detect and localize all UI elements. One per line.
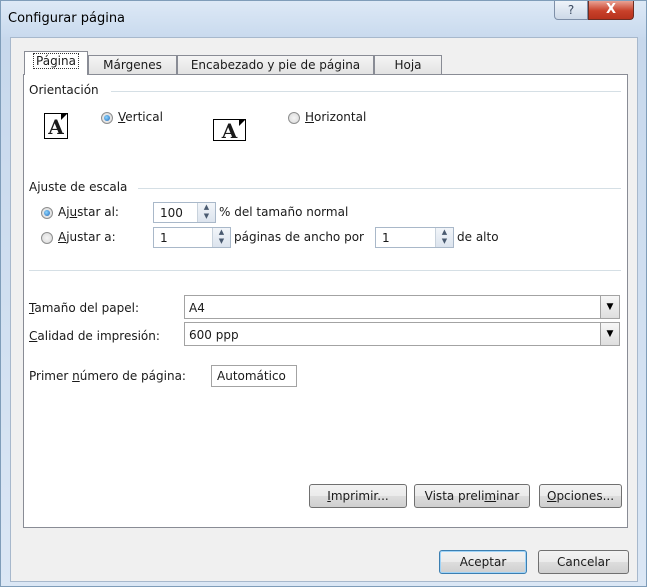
spinner-value: 1 — [382, 231, 390, 245]
landscape-radio[interactable] — [288, 112, 300, 124]
dialog-client-area: Página Márgenes Encabezado y pie de pági… — [10, 37, 638, 582]
chevron-down-icon[interactable]: ▼ — [600, 323, 619, 345]
help-icon: ? — [567, 3, 575, 17]
select-value: A4 — [189, 301, 205, 315]
page-setup-dialog: Configurar página ? X Página Márgenes En… — [0, 0, 647, 587]
orientation-group-label: Orientación — [29, 83, 99, 97]
tab-margenes[interactable]: Márgenes — [88, 55, 177, 74]
spinner-value: 1 — [160, 231, 168, 245]
print-quality-label: Calidad de impresión: — [29, 329, 160, 343]
percent-suffix: % del tamaño normal — [219, 205, 349, 219]
tab-panel-pagina: Orientación A Vertical A Horizontal Ajus… — [23, 74, 628, 528]
adjust-percent-label[interactable]: Ajustar al: — [58, 205, 119, 219]
first-page-number-label: Primer número de página: — [29, 369, 186, 383]
portrait-radio[interactable] — [101, 112, 113, 124]
spinner-value: 100 — [160, 206, 183, 220]
title-bar[interactable]: Configurar página ? X — [1, 1, 646, 37]
tab-label: Hoja — [394, 58, 422, 72]
pages-tall-spinner[interactable]: 1 ▲ ▼ — [375, 227, 454, 248]
tab-pagina[interactable]: Página — [24, 51, 88, 75]
first-page-number-input[interactable]: Automático — [211, 365, 297, 387]
spin-up-icon[interactable]: ▲ — [436, 228, 453, 237]
icon-letter: A — [221, 119, 238, 143]
paper-size-label: Tamaño del papel: — [29, 301, 139, 315]
landscape-page-icon: A — [213, 119, 246, 143]
fit-to-radio[interactable] — [41, 232, 53, 244]
landscape-label[interactable]: Horizontal — [305, 110, 366, 124]
spin-up-icon[interactable]: ▲ — [213, 228, 230, 237]
pages-tall-suffix: de alto — [457, 230, 499, 244]
tab-encabezado[interactable]: Encabezado y pie de página — [177, 55, 374, 74]
cancel-button[interactable]: Cancelar — [538, 550, 629, 574]
spinner-buttons[interactable]: ▲ ▼ — [197, 203, 215, 222]
tab-label: Encabezado y pie de página — [190, 58, 361, 72]
select-value: 600 ppp — [189, 328, 239, 342]
spinner-buttons[interactable]: ▲ ▼ — [435, 228, 453, 247]
tab-hoja[interactable]: Hoja — [374, 55, 442, 74]
dialog-title: Configurar página — [8, 11, 126, 26]
spinner-buttons[interactable]: ▲ ▼ — [212, 228, 230, 247]
section-divider — [29, 270, 621, 271]
print-preview-button[interactable]: Vista preliminar — [414, 484, 530, 508]
paper-size-select[interactable]: A4 ▼ — [184, 295, 620, 319]
spin-down-icon[interactable]: ▼ — [198, 212, 215, 221]
pages-wide-suffix: páginas de ancho por — [234, 230, 364, 244]
tab-label: Márgenes — [103, 58, 162, 72]
spin-down-icon[interactable]: ▼ — [213, 237, 230, 246]
portrait-label[interactable]: Vertical — [118, 110, 163, 124]
adjust-percent-radio[interactable] — [41, 207, 53, 219]
spin-down-icon[interactable]: ▼ — [436, 237, 453, 246]
tab-label: Página — [33, 53, 79, 69]
group-divider — [138, 188, 621, 189]
pages-wide-spinner[interactable]: 1 ▲ ▼ — [153, 227, 231, 248]
group-divider — [111, 91, 621, 92]
ok-button[interactable]: Aceptar — [439, 550, 527, 574]
spin-up-icon[interactable]: ▲ — [198, 203, 215, 212]
scale-percent-spinner[interactable]: 100 ▲ ▼ — [153, 202, 216, 223]
portrait-page-icon: A — [44, 113, 68, 139]
scaling-group-label: Ajuste de escala — [29, 180, 128, 194]
close-button[interactable]: X — [588, 1, 634, 20]
print-button[interactable]: Imprimir... — [309, 484, 407, 508]
chevron-down-icon[interactable]: ▼ — [600, 296, 619, 318]
help-button[interactable]: ? — [554, 1, 588, 20]
close-icon: X — [605, 2, 617, 17]
fit-to-label[interactable]: Ajustar a: — [58, 230, 116, 244]
print-quality-select[interactable]: 600 ppp ▼ — [184, 322, 620, 346]
options-button[interactable]: Opciones... — [539, 484, 622, 508]
